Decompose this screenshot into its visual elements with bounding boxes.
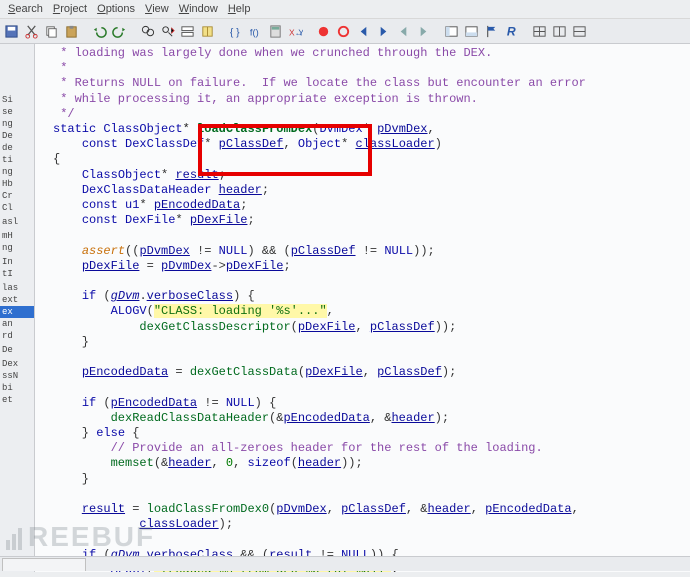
- tool-fwd-icon[interactable]: [374, 22, 392, 40]
- bottom-tabs: [0, 556, 690, 571]
- tool-grid1-icon[interactable]: [530, 22, 548, 40]
- svg-text:f(): f(): [249, 27, 258, 37]
- menu-search[interactable]: Search: [4, 2, 47, 16]
- list-item[interactable]: ti: [0, 154, 34, 166]
- list-item[interactable]: se: [0, 106, 34, 118]
- list-item[interactable]: De: [0, 130, 34, 142]
- tool-book-icon[interactable]: [198, 22, 216, 40]
- menu-options[interactable]: Options: [93, 2, 139, 16]
- menu-bar: Search Project Options View Window Help: [0, 0, 690, 18]
- svg-text:{ }: { }: [229, 27, 239, 38]
- svg-text:Y: Y: [298, 27, 303, 37]
- tool-copy-icon[interactable]: [42, 22, 60, 40]
- tool-save-icon[interactable]: [2, 22, 20, 40]
- list-item[interactable]: Si: [0, 94, 34, 106]
- tool-redo-icon[interactable]: [110, 22, 128, 40]
- list-item[interactable]: an: [0, 318, 34, 330]
- tool-r-icon[interactable]: R: [502, 22, 520, 40]
- list-item[interactable]: de: [0, 142, 34, 154]
- list-item-selected[interactable]: ex: [0, 306, 34, 318]
- symbol-list[interactable]: Si se ng De de ti ng Hb Cr Cl asl mH ng …: [0, 44, 34, 406]
- svg-text:R: R: [506, 24, 515, 38]
- tool-find-icon[interactable]: [138, 22, 156, 40]
- list-item[interactable]: Dex: [0, 358, 34, 370]
- tool-grid3-icon[interactable]: [570, 22, 588, 40]
- tool-func-icon[interactable]: f(): [246, 22, 264, 40]
- left-panel: Si se ng De de ti ng Hb Cr Cl asl mH ng …: [0, 44, 35, 572]
- list-item[interactable]: las: [0, 282, 34, 294]
- tool-fwd2-icon[interactable]: [414, 22, 432, 40]
- tool-findnext-icon[interactable]: [158, 22, 176, 40]
- toolbar: { } f() X↔Y R: [0, 18, 690, 44]
- tool-calc-icon[interactable]: [266, 22, 284, 40]
- list-item[interactable]: et: [0, 394, 34, 406]
- tab-item[interactable]: [2, 558, 86, 571]
- list-item[interactable]: ng: [0, 166, 34, 178]
- tool-xy-icon[interactable]: X↔Y: [286, 22, 304, 40]
- list-item[interactable]: Cr: [0, 190, 34, 202]
- tool-panel1-icon[interactable]: [442, 22, 460, 40]
- menu-help[interactable]: Help: [224, 2, 255, 16]
- tool-curly-icon[interactable]: { }: [226, 22, 244, 40]
- tool-replace-icon[interactable]: [178, 22, 196, 40]
- tool-bp-on-icon[interactable]: [314, 22, 332, 40]
- menu-project[interactable]: Project: [49, 2, 91, 16]
- list-item[interactable]: ng: [0, 242, 34, 254]
- list-item[interactable]: asl: [0, 216, 34, 228]
- menu-window[interactable]: Window: [175, 2, 222, 16]
- code-editor[interactable]: * loading was largely done when we crunc…: [35, 44, 690, 572]
- tool-undo-icon[interactable]: [90, 22, 108, 40]
- list-item[interactable]: Cl: [0, 202, 34, 214]
- list-item[interactable]: tI: [0, 268, 34, 280]
- list-item[interactable]: bi: [0, 382, 34, 394]
- list-item[interactable]: ssN: [0, 370, 34, 382]
- menu-view[interactable]: View: [141, 2, 173, 16]
- tool-cut-icon[interactable]: [22, 22, 40, 40]
- list-item[interactable]: In: [0, 256, 34, 268]
- list-item[interactable]: ext: [0, 294, 34, 306]
- tool-grid2-icon[interactable]: [550, 22, 568, 40]
- list-item[interactable]: ng: [0, 118, 34, 130]
- list-item[interactable]: rd: [0, 330, 34, 342]
- code-content: * loading was largely done when we crunc…: [35, 44, 690, 572]
- list-item[interactable]: Hb: [0, 178, 34, 190]
- tool-back2-icon[interactable]: [394, 22, 412, 40]
- tool-bp-off-icon[interactable]: [334, 22, 352, 40]
- tool-panel2-icon[interactable]: [462, 22, 480, 40]
- list-item[interactable]: mH: [0, 230, 34, 242]
- tool-flag-icon[interactable]: [482, 22, 500, 40]
- tool-back-icon[interactable]: [354, 22, 372, 40]
- watermark: REEBUF: [6, 521, 155, 557]
- list-item[interactable]: De: [0, 344, 34, 356]
- tool-paste-icon[interactable]: [62, 22, 80, 40]
